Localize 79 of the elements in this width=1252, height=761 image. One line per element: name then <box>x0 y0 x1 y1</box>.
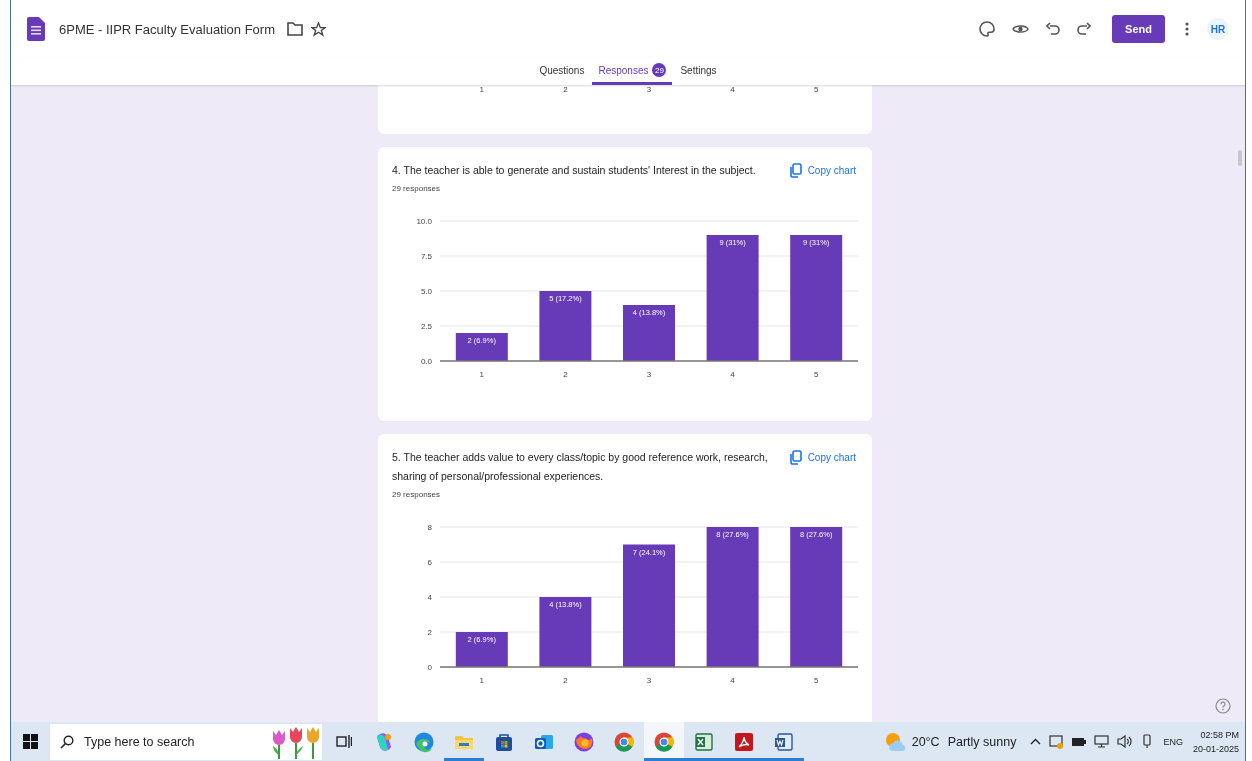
tab[interactable]: Questions <box>533 58 591 85</box>
temperature: 20°C <box>911 734 940 749</box>
spreadsheet-icon <box>693 730 715 753</box>
search-input[interactable]: Type here to search <box>82 733 262 750</box>
text-document-icon <box>773 730 795 753</box>
axis-label: 5 <box>813 370 819 379</box>
avatar[interactable]: HR <box>1207 18 1229 40</box>
axis-label: 1 <box>479 370 485 379</box>
scrollbar-thumb[interactable] <box>1238 150 1242 166</box>
axis-tick-label: 2.5 <box>420 322 432 331</box>
send-button[interactable]: Send <box>1112 15 1165 43</box>
axis-label: 5 <box>812 85 820 95</box>
axis-tick-label: 6 <box>427 558 432 567</box>
circle-logo-icon <box>613 730 635 753</box>
pen-icon[interactable] <box>1141 734 1154 749</box>
axis-label: 4 <box>730 676 735 685</box>
bar <box>623 305 675 361</box>
copy-chart-button[interactable]: Copy chart <box>789 161 862 178</box>
form-icon <box>27 17 45 41</box>
bar <box>455 333 508 361</box>
axis-tick-label: 7.5 <box>420 252 432 261</box>
bar <box>539 291 592 361</box>
windows-icon[interactable] <box>23 734 38 749</box>
copy-chart-button[interactable]: Copy chart <box>789 448 862 465</box>
weather-icon <box>883 730 906 753</box>
clock-time[interactable]: 02:58 PM <box>1200 729 1239 740</box>
axis-label: 4 <box>729 85 736 95</box>
undo-icon[interactable] <box>1046 22 1060 36</box>
axis-tick-label: 8 <box>427 523 432 532</box>
axis-tick-label: 2 <box>427 628 432 637</box>
battery-icon[interactable] <box>1072 736 1087 747</box>
document-icon <box>733 730 755 753</box>
form-title: 6PME - IIPR Faculty Evaluation Form <box>59 21 275 37</box>
more-icon[interactable] <box>1185 22 1189 36</box>
axis-label: 2 <box>563 676 568 685</box>
language-indicator[interactable]: ENG <box>1163 736 1183 747</box>
axis-tick-label: 5.0 <box>420 287 432 296</box>
eye-icon[interactable] <box>1012 23 1029 35</box>
question-title: 4. The teacher is able to generate and sustain students' Interest in the subject. <box>392 163 757 178</box>
axis-label: 2 <box>563 370 568 379</box>
response-count: 29 responses <box>392 184 442 193</box>
clock-date[interactable]: 20-01-2025 <box>1192 743 1239 754</box>
axis-tick-label: 4 <box>427 593 432 602</box>
count-badge: 29 <box>652 63 667 77</box>
copy-icon <box>789 450 802 465</box>
axis-tick-label: 10.0 <box>416 217 432 226</box>
axis-label: 3 <box>646 370 652 379</box>
copy-icon <box>789 163 802 178</box>
axis-tick-label: 0.0 <box>420 357 432 366</box>
axis-label: 2 <box>562 85 569 95</box>
question-title: 5. The teacher adds value to every class/topic by good reference work, research, sharing of personal/professional experiences. <box>392 450 769 484</box>
palette-icon[interactable] <box>979 21 995 37</box>
weather-condition: Partly sunny <box>947 734 1017 749</box>
network-icon[interactable] <box>1049 734 1065 749</box>
circle-logo-icon <box>653 730 675 753</box>
axis-label: 3 <box>646 676 652 685</box>
taskbar-button[interactable] <box>644 722 684 761</box>
task-view-icon[interactable] <box>336 734 352 749</box>
response-count: 29 responses <box>392 490 442 499</box>
tab[interactable]: Settings <box>674 58 723 85</box>
axis-label: 3 <box>645 85 653 95</box>
folder-icon[interactable] <box>287 22 303 36</box>
axis-label: 1 <box>478 85 485 95</box>
search-icon <box>60 734 74 749</box>
search-field[interactable]: Type here to search <box>50 723 322 760</box>
redo-icon[interactable] <box>1077 22 1091 36</box>
bar <box>539 597 592 667</box>
axis-label: 5 <box>813 676 819 685</box>
wave-icon <box>413 730 435 753</box>
globe-icon <box>573 730 595 753</box>
axis-tick-label: 0 <box>427 663 432 672</box>
speaker-icon[interactable] <box>1117 735 1134 748</box>
axis-label: 1 <box>479 676 485 685</box>
monitor-icon[interactable] <box>1094 735 1110 748</box>
star-icon[interactable] <box>311 21 326 37</box>
bar <box>455 632 508 667</box>
help-icon[interactable] <box>1215 698 1231 714</box>
axis-label: 4 <box>730 370 735 379</box>
chevron-up-icon[interactable] <box>1030 738 1042 745</box>
